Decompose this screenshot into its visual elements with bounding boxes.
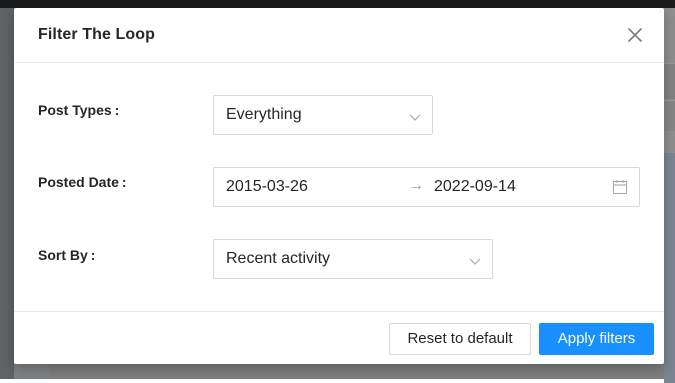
sort-by-select[interactable]: Recent activity [213, 239, 493, 279]
reset-to-default-button[interactable]: Reset to default [389, 323, 531, 355]
sort-by-label-text: Sort By [38, 247, 88, 263]
calendar-icon[interactable] [612, 179, 628, 200]
posted-date-label-colon: : [121, 174, 127, 190]
background-strip-segment [664, 153, 675, 383]
background-bottom-band [50, 364, 664, 379]
background-top-bar [0, 0, 675, 8]
range-arrow-icon: → [408, 177, 424, 194]
posted-date-label: Posted Date: [38, 174, 127, 190]
posted-date-range-picker[interactable]: 2015-03-26 → 2022-09-14 [213, 167, 640, 207]
start-date-input[interactable]: 2015-03-26 [226, 178, 308, 196]
chevron-down-icon [469, 254, 481, 272]
modal-footer: Reset to default Apply filters [14, 311, 664, 365]
sort-by-value: Recent activity [226, 250, 331, 267]
close-icon[interactable] [624, 24, 646, 46]
background-left-bar [0, 8, 14, 379]
modal-header: Filter The Loop [14, 8, 664, 63]
post-types-label: Post Types: [38, 102, 119, 118]
posted-date-label-text: Posted Date [38, 174, 119, 190]
background-right-strip [664, 8, 675, 383]
background-strip-segment [664, 100, 675, 131]
post-types-label-text: Post Types [38, 102, 112, 118]
end-date-input[interactable]: 2022-09-14 [434, 178, 516, 196]
post-types-value: Everything [226, 106, 302, 123]
sort-by-label-colon: : [90, 247, 96, 263]
post-types-label-colon: : [114, 102, 120, 118]
post-types-select[interactable]: Everything [213, 95, 433, 135]
apply-filters-button[interactable]: Apply filters [539, 323, 654, 355]
modal-title: Filter The Loop [38, 26, 156, 43]
background-strip-segment [664, 63, 675, 99]
chevron-down-icon [409, 110, 421, 128]
filter-modal: Filter The Loop Post Types: Everything P… [14, 8, 664, 364]
sort-by-label: Sort By: [38, 247, 95, 263]
